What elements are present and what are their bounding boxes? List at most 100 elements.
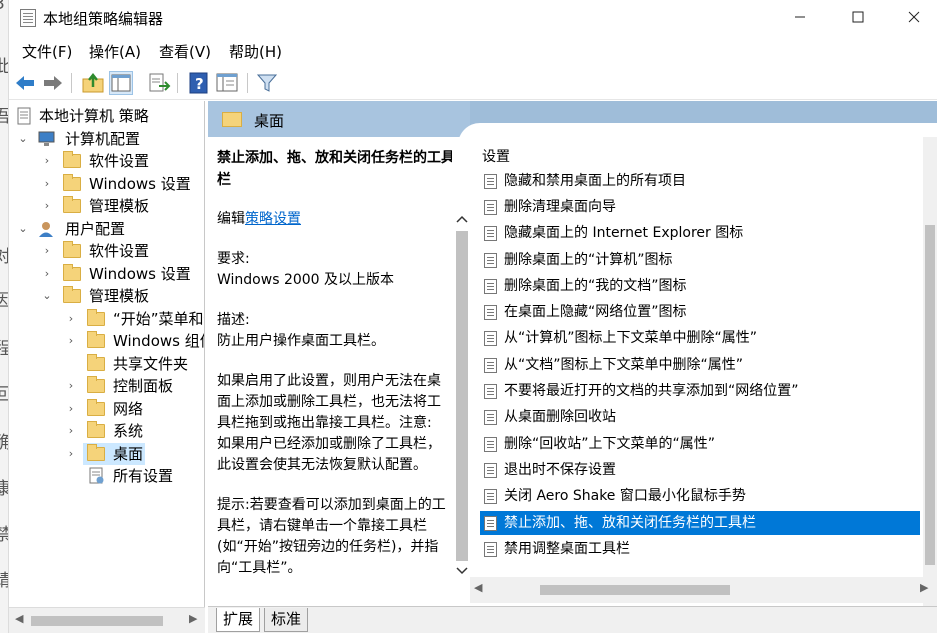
title-bar[interactable]: 本地组策略编辑器: [9, 0, 937, 36]
setting-item-selected[interactable]: 禁止添加、拖、放和关闭任务栏的工具栏: [480, 511, 920, 535]
scroll-left-icon[interactable]: ◀: [474, 581, 482, 594]
settings-horizontal-scrollbar[interactable]: ◀ ▶: [470, 577, 937, 603]
setting-item[interactable]: 从“计算机”图标上下文菜单中删除“属性”: [480, 326, 920, 350]
bg-char: 回: [0, 380, 8, 405]
setting-item[interactable]: 在桌面上隐藏“网络位置”图标: [480, 300, 920, 324]
maximize-button[interactable]: [835, 0, 881, 36]
svg-text:?: ?: [195, 75, 204, 93]
tree-label: Windows 组件: [113, 332, 205, 350]
setting-item[interactable]: 删除桌面上的“计算机”图标: [480, 248, 920, 272]
tree-label: 网络: [113, 400, 144, 418]
folder-icon: [63, 196, 81, 213]
bg-char: 确: [0, 428, 8, 453]
policy-setting-icon: [484, 200, 497, 215]
scrollbar-thumb[interactable]: [540, 585, 730, 595]
tree-label: 软件设置: [89, 152, 150, 170]
tab-extended[interactable]: 扩展: [216, 608, 261, 632]
edit-prefix: 编辑: [217, 211, 245, 227]
setting-label: 隐藏和禁用桌面上的所有项目: [504, 173, 686, 189]
show-hide-tree-button[interactable]: [109, 71, 133, 95]
folder-icon: [63, 286, 81, 303]
minimize-icon: [795, 16, 805, 18]
setting-label: 从“计算机”图标上下文菜单中删除“属性”: [504, 330, 758, 346]
setting-item[interactable]: 删除“回收站”上下文菜单的“属性”: [480, 432, 920, 456]
setting-item[interactable]: 关闭 Aero Shake 窗口最小化鼠标手势: [480, 484, 920, 508]
chevron-right-icon[interactable]: ›: [65, 398, 77, 420]
chevron-down-icon[interactable]: ⌄: [41, 285, 53, 307]
scroll-right-icon[interactable]: ▶: [189, 612, 197, 625]
setting-label: 删除清理桌面向导: [504, 199, 616, 215]
folder-icon: [87, 309, 105, 326]
up-one-level-button[interactable]: [81, 71, 105, 95]
computer-icon: [38, 131, 55, 146]
close-button[interactable]: [891, 0, 937, 36]
policy-setting-icon: [484, 410, 497, 425]
filter-button[interactable]: [255, 71, 279, 95]
bg-char: 此: [0, 52, 8, 77]
chevron-right-icon[interactable]: ›: [41, 263, 53, 285]
policy-settings-link[interactable]: 策略设置: [245, 211, 301, 227]
chevron-right-icon[interactable]: ›: [41, 195, 53, 217]
chevron-right-icon[interactable]: ›: [65, 330, 77, 352]
setting-item[interactable]: 从“文档”图标上下文菜单中删除“属性”: [480, 353, 920, 377]
setting-item[interactable]: 隐藏桌面上的 Internet Explorer 图标: [480, 221, 920, 245]
chevron-down-icon[interactable]: [454, 565, 470, 577]
setting-item[interactable]: 从桌面删除回收站: [480, 405, 920, 429]
forward-button[interactable]: [41, 71, 65, 95]
tree-item-desktop[interactable]: › 桌面: [65, 443, 204, 465]
chevron-right-icon[interactable]: ›: [41, 150, 53, 172]
chevron-right-icon[interactable]: ›: [41, 173, 53, 195]
back-button[interactable]: [13, 71, 37, 95]
bg-char: 请: [0, 566, 8, 591]
scrollbar-thumb[interactable]: [925, 225, 935, 565]
setting-item[interactable]: 删除清理桌面向导: [480, 195, 920, 219]
chevron-right-icon[interactable]: ›: [65, 308, 77, 330]
properties-button[interactable]: [215, 71, 239, 95]
chevron-down-icon[interactable]: ⌄: [17, 128, 29, 150]
scroll-left-icon[interactable]: ◀: [15, 612, 23, 625]
settings-vertical-scrollbar[interactable]: [923, 137, 937, 611]
policy-title: 禁止添加、拖、放和关闭任务栏的工具栏: [217, 150, 452, 188]
scroll-right-icon[interactable]: ▶: [920, 581, 928, 594]
chevron-down-icon[interactable]: ⌄: [17, 218, 29, 240]
folder-icon: [87, 376, 105, 393]
menu-help[interactable]: 帮助(H): [229, 41, 282, 62]
settings-column-header[interactable]: 设置: [482, 146, 510, 166]
menu-file[interactable]: 文件(F): [22, 41, 72, 62]
minimize-button[interactable]: [777, 0, 823, 36]
scrollbar-thumb[interactable]: [456, 231, 468, 561]
chevron-right-icon[interactable]: ›: [65, 420, 77, 442]
chevron-up-icon[interactable]: [454, 213, 470, 225]
description-block: 描述: 防止用户操作桌面工具栏。: [217, 310, 449, 352]
menu-action[interactable]: 操作(A): [89, 41, 141, 62]
menu-view[interactable]: 查看(V): [159, 41, 211, 62]
chevron-right-icon[interactable]: ›: [65, 375, 77, 397]
tree-horizontal-scrollbar[interactable]: ◀ ▶: [9, 607, 205, 633]
folder-open-icon: [87, 444, 105, 461]
back-arrow-icon: [16, 76, 34, 90]
bg-char: 康: [0, 474, 8, 499]
setting-item[interactable]: 删除桌面上的“我的文档”图标: [480, 274, 920, 298]
folder-icon: [63, 151, 81, 168]
folder-icon: [87, 421, 105, 438]
bg-char: 3: [0, 0, 5, 14]
details-title: 桌面: [254, 112, 285, 130]
export-list-button[interactable]: [147, 71, 171, 95]
details-pane: 桌面 禁止添加、拖、放和关闭任务栏的工具栏 编辑策略设置 要求: Windows …: [208, 101, 937, 633]
setting-item[interactable]: 不要将最近打开的文档的共享添加到“网络位置”: [480, 379, 920, 403]
setting-label: 禁用调整桌面工具栏: [504, 541, 630, 557]
scrollbar-thumb[interactable]: [31, 616, 163, 626]
chevron-right-icon[interactable]: ›: [41, 240, 53, 262]
toolbar-separator: [247, 73, 248, 93]
setting-item[interactable]: 退出时不保存设置: [480, 458, 920, 482]
setting-item[interactable]: 禁用调整桌面工具栏: [480, 537, 920, 561]
tree-label: Windows 设置: [89, 265, 191, 283]
description-scrollbar[interactable]: [454, 207, 470, 602]
setting-item[interactable]: 隐藏和禁用桌面上的所有项目: [480, 169, 920, 193]
tab-standard[interactable]: 标准: [264, 608, 309, 632]
setting-label: 删除桌面上的“计算机”图标: [504, 252, 673, 268]
help-button[interactable]: ?: [187, 71, 211, 95]
bg-char: 因: [0, 286, 8, 311]
chevron-right-icon[interactable]: ›: [65, 443, 77, 465]
folder-icon: [63, 264, 81, 281]
